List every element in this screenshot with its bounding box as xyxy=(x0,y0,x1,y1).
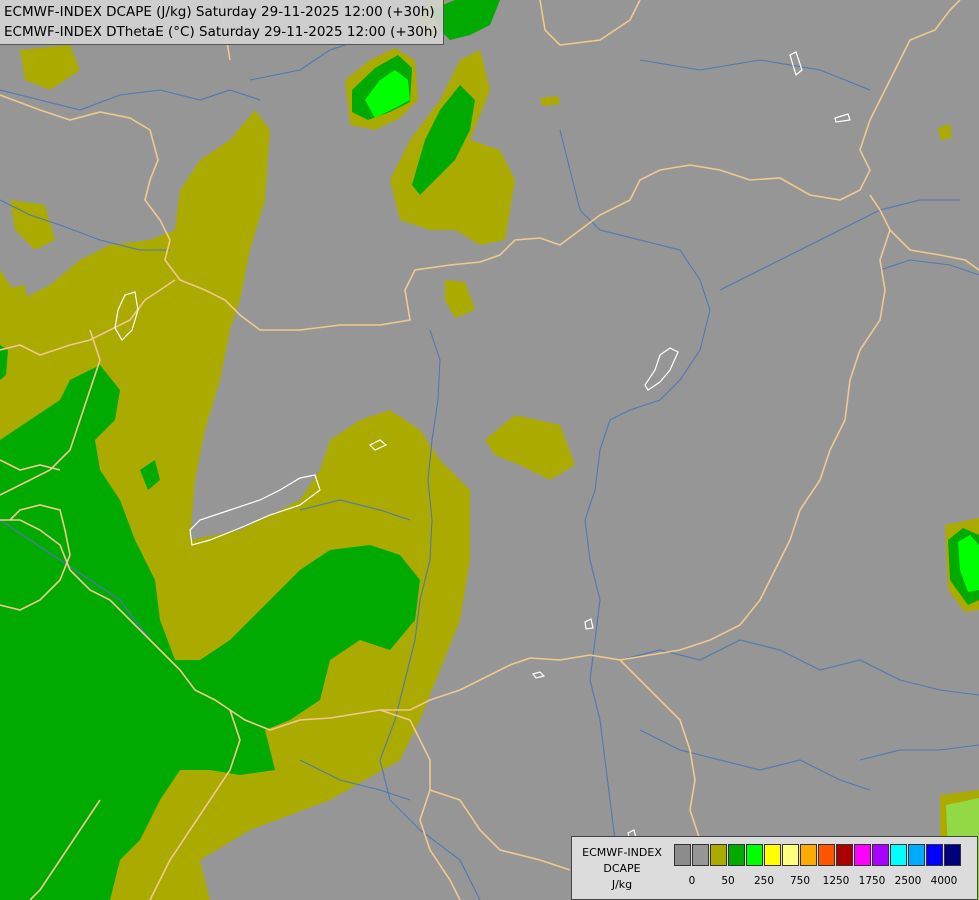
legend-unit: J/kg xyxy=(611,878,633,891)
legend-swatch xyxy=(728,844,745,866)
title-dthetae: ECMWF-INDEX DThetaE (°C) Saturday 29-11-… xyxy=(4,24,438,40)
legend-tick-label: 1250 xyxy=(822,875,850,887)
legend-swatch xyxy=(710,844,727,866)
legend-title-line1: ECMWF-INDEX xyxy=(582,846,662,859)
legend-tick-label: 4000 xyxy=(930,875,958,887)
legend-swatch xyxy=(836,844,853,866)
map-title: ECMWF-INDEX DCAPE (J/kg) Saturday 29-11-… xyxy=(0,0,444,45)
legend-tick-label: 1750 xyxy=(858,875,886,887)
legend-swatch xyxy=(818,844,835,866)
legend-swatch xyxy=(926,844,943,866)
legend-swatch xyxy=(764,844,781,866)
color-legend: ECMWF-INDEX DCAPE J/kg 0 50 250 750 1250 1750… xyxy=(571,836,978,900)
legend-swatch xyxy=(692,844,709,866)
legend-title-line2: DCAPE xyxy=(603,862,641,875)
legend-swatch xyxy=(944,844,961,866)
legend-swatch xyxy=(872,844,889,866)
legend-tick-label: 50 xyxy=(721,875,735,887)
legend-tick-label: 250 xyxy=(753,875,775,887)
weather-map xyxy=(0,0,979,900)
legend-swatch xyxy=(800,844,817,866)
legend-swatch xyxy=(908,844,925,866)
legend-swatch xyxy=(782,844,799,866)
legend-tick-label: 0 xyxy=(688,875,696,887)
title-dcape: ECMWF-INDEX DCAPE (J/kg) Saturday 29-11-… xyxy=(4,4,435,20)
legend-swatch xyxy=(890,844,907,866)
legend-tick-label: 2500 xyxy=(894,875,922,887)
legend-title: ECMWF-INDEX DCAPE J/kg xyxy=(574,845,670,893)
legend-swatch xyxy=(746,844,763,866)
legend-swatch xyxy=(854,844,871,866)
legend-tick-label: 750 xyxy=(789,875,811,887)
legend-swatch xyxy=(674,844,691,866)
